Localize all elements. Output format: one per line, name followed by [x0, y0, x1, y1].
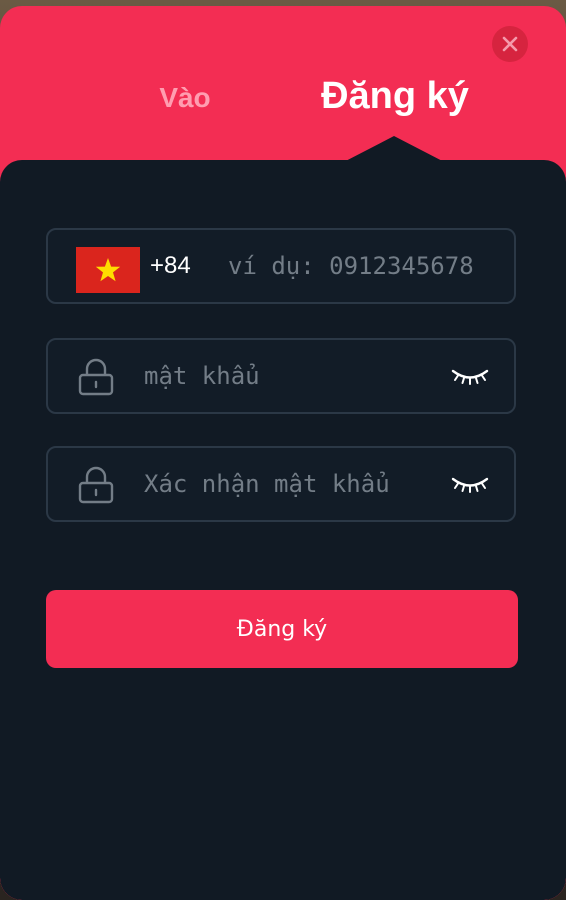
eye-closed-icon[interactable] — [450, 364, 490, 388]
password-field — [46, 338, 516, 414]
tab-login[interactable]: Vào — [100, 70, 270, 126]
register-modal: Vào Đăng ký +84 ví dụ: 0912345678 Đăng k… — [0, 6, 566, 900]
vietnam-flag-icon[interactable] — [76, 247, 140, 293]
close-icon — [502, 36, 518, 52]
close-button[interactable] — [492, 26, 528, 62]
phone-field: +84 — [46, 228, 516, 304]
confirm-password-input[interactable] — [144, 448, 434, 520]
form-panel: +84 ví dụ: 0912345678 Đăng ký — [0, 160, 566, 900]
eye-closed-icon[interactable] — [450, 472, 490, 496]
confirm-password-field — [46, 446, 516, 522]
tab-register[interactable]: Đăng ký — [300, 68, 490, 124]
password-input[interactable] — [144, 340, 434, 412]
dial-code[interactable]: +84 — [150, 230, 191, 302]
lock-icon — [78, 466, 114, 504]
phone-input[interactable] — [228, 230, 490, 302]
lock-icon — [78, 358, 114, 396]
register-button[interactable]: Đăng ký — [46, 590, 518, 668]
